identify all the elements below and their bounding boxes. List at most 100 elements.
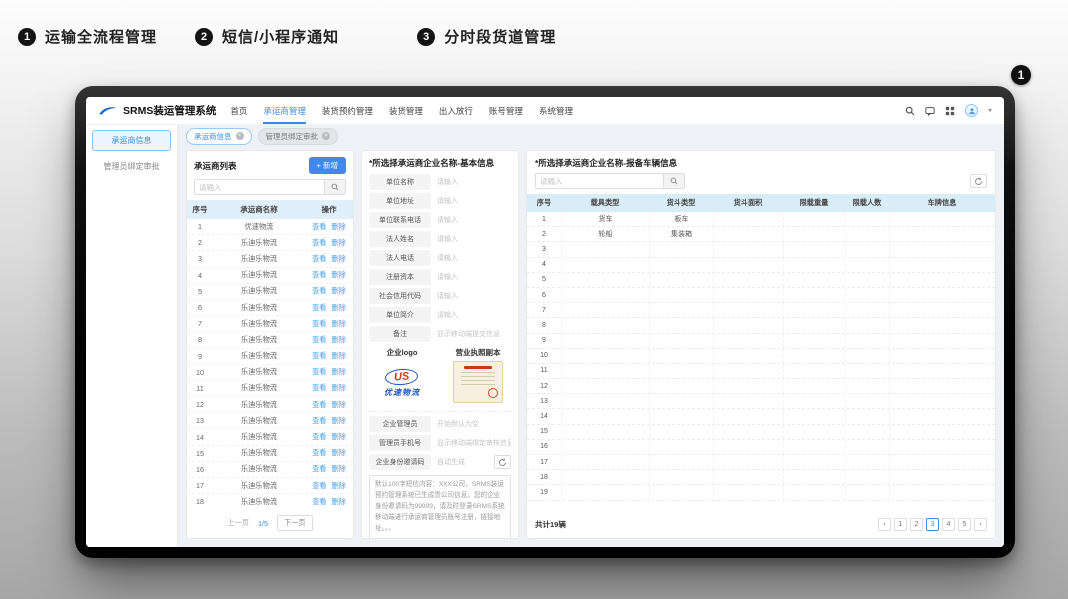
field-value[interactable]: 请输入: [437, 215, 458, 225]
delete-link[interactable]: 删除: [332, 367, 346, 377]
view-link[interactable]: 查看: [312, 400, 326, 410]
field-value[interactable]: 请输入: [437, 234, 458, 244]
view-link[interactable]: 查看: [312, 464, 326, 474]
view-link[interactable]: 查看: [312, 238, 326, 248]
view-link[interactable]: 查看: [312, 481, 326, 491]
vehicle-table-row[interactable]: 10: [527, 349, 995, 364]
vehicle-table-row[interactable]: 9: [527, 334, 995, 349]
tab-chip[interactable]: 管理员绑定审批 ×: [258, 128, 339, 146]
carrier-table-row[interactable]: 18 乐迪乐物流 查看 删除: [187, 494, 353, 509]
delete-link[interactable]: 删除: [332, 400, 346, 410]
nav-item[interactable]: 系统管理: [539, 97, 573, 124]
vehicle-table-row[interactable]: 4: [527, 258, 995, 273]
page-button[interactable]: 2: [910, 518, 923, 531]
carrier-table-row[interactable]: 2 乐迪乐物流 查看 删除: [187, 235, 353, 251]
field-value[interactable]: 显示移动端绑定审核信息: [437, 438, 511, 448]
vehicle-table-row[interactable]: 19: [527, 485, 995, 500]
vehicle-table-row[interactable]: 11: [527, 364, 995, 379]
carrier-table-row[interactable]: 15 乐迪乐物流 查看 删除: [187, 446, 353, 462]
search-icon[interactable]: [905, 106, 915, 116]
delete-link[interactable]: 删除: [332, 416, 346, 426]
grid-layout-icon[interactable]: [945, 106, 955, 116]
view-link[interactable]: 查看: [312, 351, 326, 361]
vehicle-search-button[interactable]: [663, 173, 685, 189]
delete-link[interactable]: 删除: [332, 351, 346, 361]
message-icon[interactable]: [925, 106, 935, 116]
nav-item[interactable]: 装货管理: [389, 97, 423, 124]
view-link[interactable]: 查看: [312, 383, 326, 393]
carrier-table-row[interactable]: 10 乐迪乐物流 查看 删除: [187, 365, 353, 381]
carrier-table-row[interactable]: 16 乐迪乐物流 查看 删除: [187, 462, 353, 478]
carrier-table-row[interactable]: 6 乐迪乐物流 查看 删除: [187, 300, 353, 316]
vehicle-table-row[interactable]: 12: [527, 379, 995, 394]
vehicle-table-row[interactable]: 8: [527, 318, 995, 333]
delete-link[interactable]: 删除: [332, 464, 346, 474]
view-link[interactable]: 查看: [312, 222, 326, 232]
view-link[interactable]: 查看: [312, 416, 326, 426]
vehicle-table-row[interactable]: 17: [527, 455, 995, 470]
vehicle-table-row[interactable]: 6: [527, 288, 995, 303]
delete-link[interactable]: 删除: [332, 448, 346, 458]
carrier-table-row[interactable]: 1 优速物流 查看 删除: [187, 219, 353, 235]
refresh-vehicles-button[interactable]: [970, 174, 987, 188]
delete-link[interactable]: 删除: [332, 254, 346, 264]
view-link[interactable]: 查看: [312, 254, 326, 264]
tab-chip[interactable]: 承运商信息 ×: [186, 128, 252, 146]
delete-link[interactable]: 删除: [332, 286, 346, 296]
carrier-table-row[interactable]: 12 乐迪乐物流 查看 删除: [187, 397, 353, 413]
field-value[interactable]: 显示移动端提交信息: [437, 329, 500, 339]
vehicle-table-row[interactable]: 14: [527, 409, 995, 424]
business-license-image[interactable]: [453, 361, 503, 403]
close-icon[interactable]: ×: [322, 132, 330, 140]
delete-link[interactable]: 删除: [332, 497, 346, 507]
nav-item[interactable]: 首页: [230, 97, 247, 124]
vehicle-table-row[interactable]: 1 货车 板车: [527, 212, 995, 227]
prev-page-button[interactable]: 上一页: [227, 518, 249, 528]
page-button[interactable]: 5: [958, 518, 971, 531]
delete-link[interactable]: 删除: [332, 432, 346, 442]
delete-link[interactable]: 删除: [332, 222, 346, 232]
nav-item[interactable]: 承运商管理: [263, 97, 306, 124]
vehicle-table-row[interactable]: 3: [527, 242, 995, 257]
next-page-icon[interactable]: ›: [974, 518, 987, 531]
vehicle-table-row[interactable]: 13: [527, 394, 995, 409]
view-link[interactable]: 查看: [312, 448, 326, 458]
page-button[interactable]: 3: [926, 518, 939, 531]
company-logo-image[interactable]: US 优速物流: [364, 361, 440, 405]
delete-link[interactable]: 删除: [332, 319, 346, 329]
vehicle-table-row[interactable]: 2 轮船 集装箱: [527, 227, 995, 242]
user-avatar[interactable]: [965, 104, 978, 117]
refresh-invite-code-button[interactable]: [494, 455, 511, 469]
carrier-search-input[interactable]: [194, 179, 324, 195]
page-button[interactable]: 1: [894, 518, 907, 531]
carrier-table-row[interactable]: 8 乐迪乐物流 查看 删除: [187, 332, 353, 348]
view-link[interactable]: 查看: [312, 303, 326, 313]
view-link[interactable]: 查看: [312, 497, 326, 507]
delete-link[interactable]: 删除: [332, 238, 346, 248]
field-value[interactable]: 请输入: [437, 196, 458, 206]
carrier-table-row[interactable]: 3 乐迪乐物流 查看 删除: [187, 251, 353, 267]
field-value[interactable]: 请输入: [437, 272, 458, 282]
add-carrier-button[interactable]: + 新增: [309, 157, 346, 174]
carrier-table-row[interactable]: 7 乐迪乐物流 查看 删除: [187, 316, 353, 332]
vehicle-table-row[interactable]: 7: [527, 303, 995, 318]
nav-item[interactable]: 出入放行: [439, 97, 473, 124]
view-link[interactable]: 查看: [312, 367, 326, 377]
prev-page-icon[interactable]: ‹: [878, 518, 891, 531]
vehicle-table-row[interactable]: 16: [527, 440, 995, 455]
view-link[interactable]: 查看: [312, 270, 326, 280]
field-value[interactable]: 请输入: [437, 177, 458, 187]
vehicle-table-row[interactable]: 15: [527, 425, 995, 440]
nav-item[interactable]: 账号管理: [489, 97, 523, 124]
vehicle-search-input[interactable]: [535, 173, 663, 189]
field-value[interactable]: 开始默认为空: [437, 419, 479, 429]
sidebar-item-carrier-info[interactable]: 承运商信息: [92, 130, 171, 151]
field-value[interactable]: 请输入: [437, 291, 458, 301]
field-value[interactable]: 请输入: [437, 253, 458, 263]
view-link[interactable]: 查看: [312, 319, 326, 329]
close-icon[interactable]: ×: [236, 132, 244, 140]
view-link[interactable]: 查看: [312, 286, 326, 296]
carrier-table-row[interactable]: 4 乐迪乐物流 查看 删除: [187, 268, 353, 284]
page-button[interactable]: 4: [942, 518, 955, 531]
chevron-down-icon[interactable]: [988, 109, 992, 112]
